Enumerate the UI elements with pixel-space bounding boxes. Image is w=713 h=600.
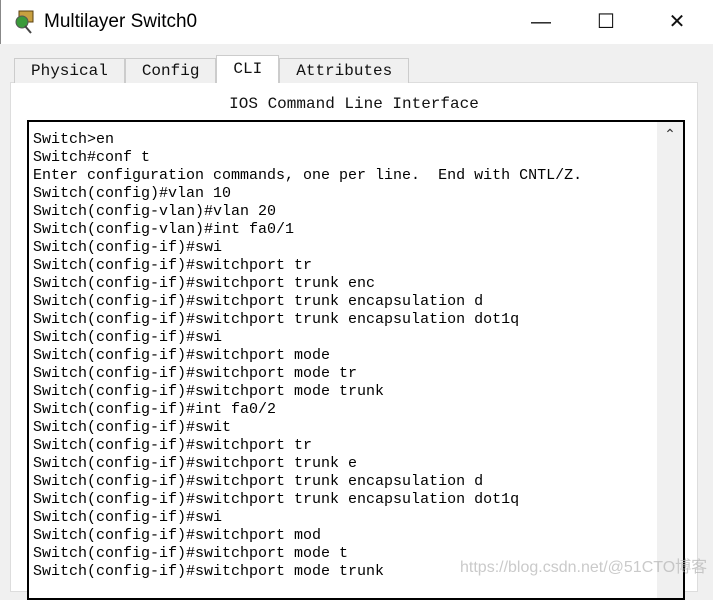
terminal-line: Switch(config-vlan)#int fa0/1 — [33, 221, 295, 238]
terminal-line: Switch(config-if)#switchport mod — [33, 527, 322, 544]
minimize-button[interactable]: — — [521, 8, 561, 36]
terminal-line: Switch(config-if)#switchport trunk encap… — [33, 491, 520, 508]
switch-app-icon — [15, 10, 34, 34]
terminal-line: Switch#conf t — [33, 149, 151, 166]
tab-bar: Physical Config CLI Attributes — [14, 55, 410, 83]
terminal-line: Switch(config-if)#switchport trunk encap… — [33, 311, 520, 328]
terminal-line: Switch(config-if)#switchport mode trunk — [33, 383, 385, 400]
terminal-line: Switch(config-if)#switchport tr — [33, 437, 313, 454]
chevron-up-icon[interactable]: ⌃ — [657, 126, 683, 143]
terminal-line: Switch(config-if)#switchport trunk e — [33, 455, 358, 472]
tab-cli[interactable]: CLI — [216, 55, 280, 83]
terminal-line: Switch(config)#vlan 10 — [33, 185, 232, 202]
maximize-button[interactable]: ☐ — [586, 8, 626, 36]
terminal-line: Switch(config-if)#switchport trunk encap… — [33, 293, 484, 310]
terminal-line: Switch(config-if)#switchport tr — [33, 257, 313, 274]
tab-physical[interactable]: Physical — [14, 58, 125, 83]
terminal-line: Switch(config-if)#switchport trunk enc — [33, 275, 376, 292]
terminal-line: Switch(config-vlan)#vlan 20 — [33, 203, 277, 220]
terminal-output: Switch>en Switch#conf t Enter configuratio… — [33, 131, 582, 581]
cli-panel: IOS Command Line Interface Switch>en Swit… — [10, 82, 698, 600]
terminal-line: Switch(config-if)#switchport trunk encap… — [33, 473, 484, 490]
terminal-line: Switch(config-if)#swit — [33, 419, 232, 436]
terminal-line: Switch>en — [33, 131, 115, 148]
tab-attributes[interactable]: Attributes — [279, 58, 410, 83]
tab-config[interactable]: Config — [124, 58, 217, 83]
window-title: Multilayer Switch0 — [44, 11, 198, 32]
panel-heading: IOS Command Line Interface — [229, 95, 479, 113]
terminal-line: Switch(config-if)#swi — [33, 239, 223, 256]
scrollbar[interactable]: ⌃ — [657, 122, 683, 598]
terminal-line: Enter configuration commands, one per li… — [33, 167, 583, 184]
cli-terminal[interactable]: Switch>en Switch#conf t Enter configuratio… — [27, 120, 685, 600]
terminal-line: Switch(config-if)#swi — [33, 329, 223, 346]
terminal-line: Switch(config-if)#swi — [33, 509, 223, 526]
terminal-line: Switch(config-if)#switchport mode — [33, 347, 331, 364]
title-bar: Multilayer Switch0 — ☐ ✕ — [0, 0, 713, 44]
close-button[interactable]: ✕ — [657, 8, 697, 36]
watermark: https://blog.csdn.net/@51CTO博客 — [460, 559, 708, 576]
terminal-line: Switch(config-if)#int fa0/2 — [33, 401, 277, 418]
terminal-line: Switch(config-if)#switchport mode tr — [33, 365, 358, 382]
